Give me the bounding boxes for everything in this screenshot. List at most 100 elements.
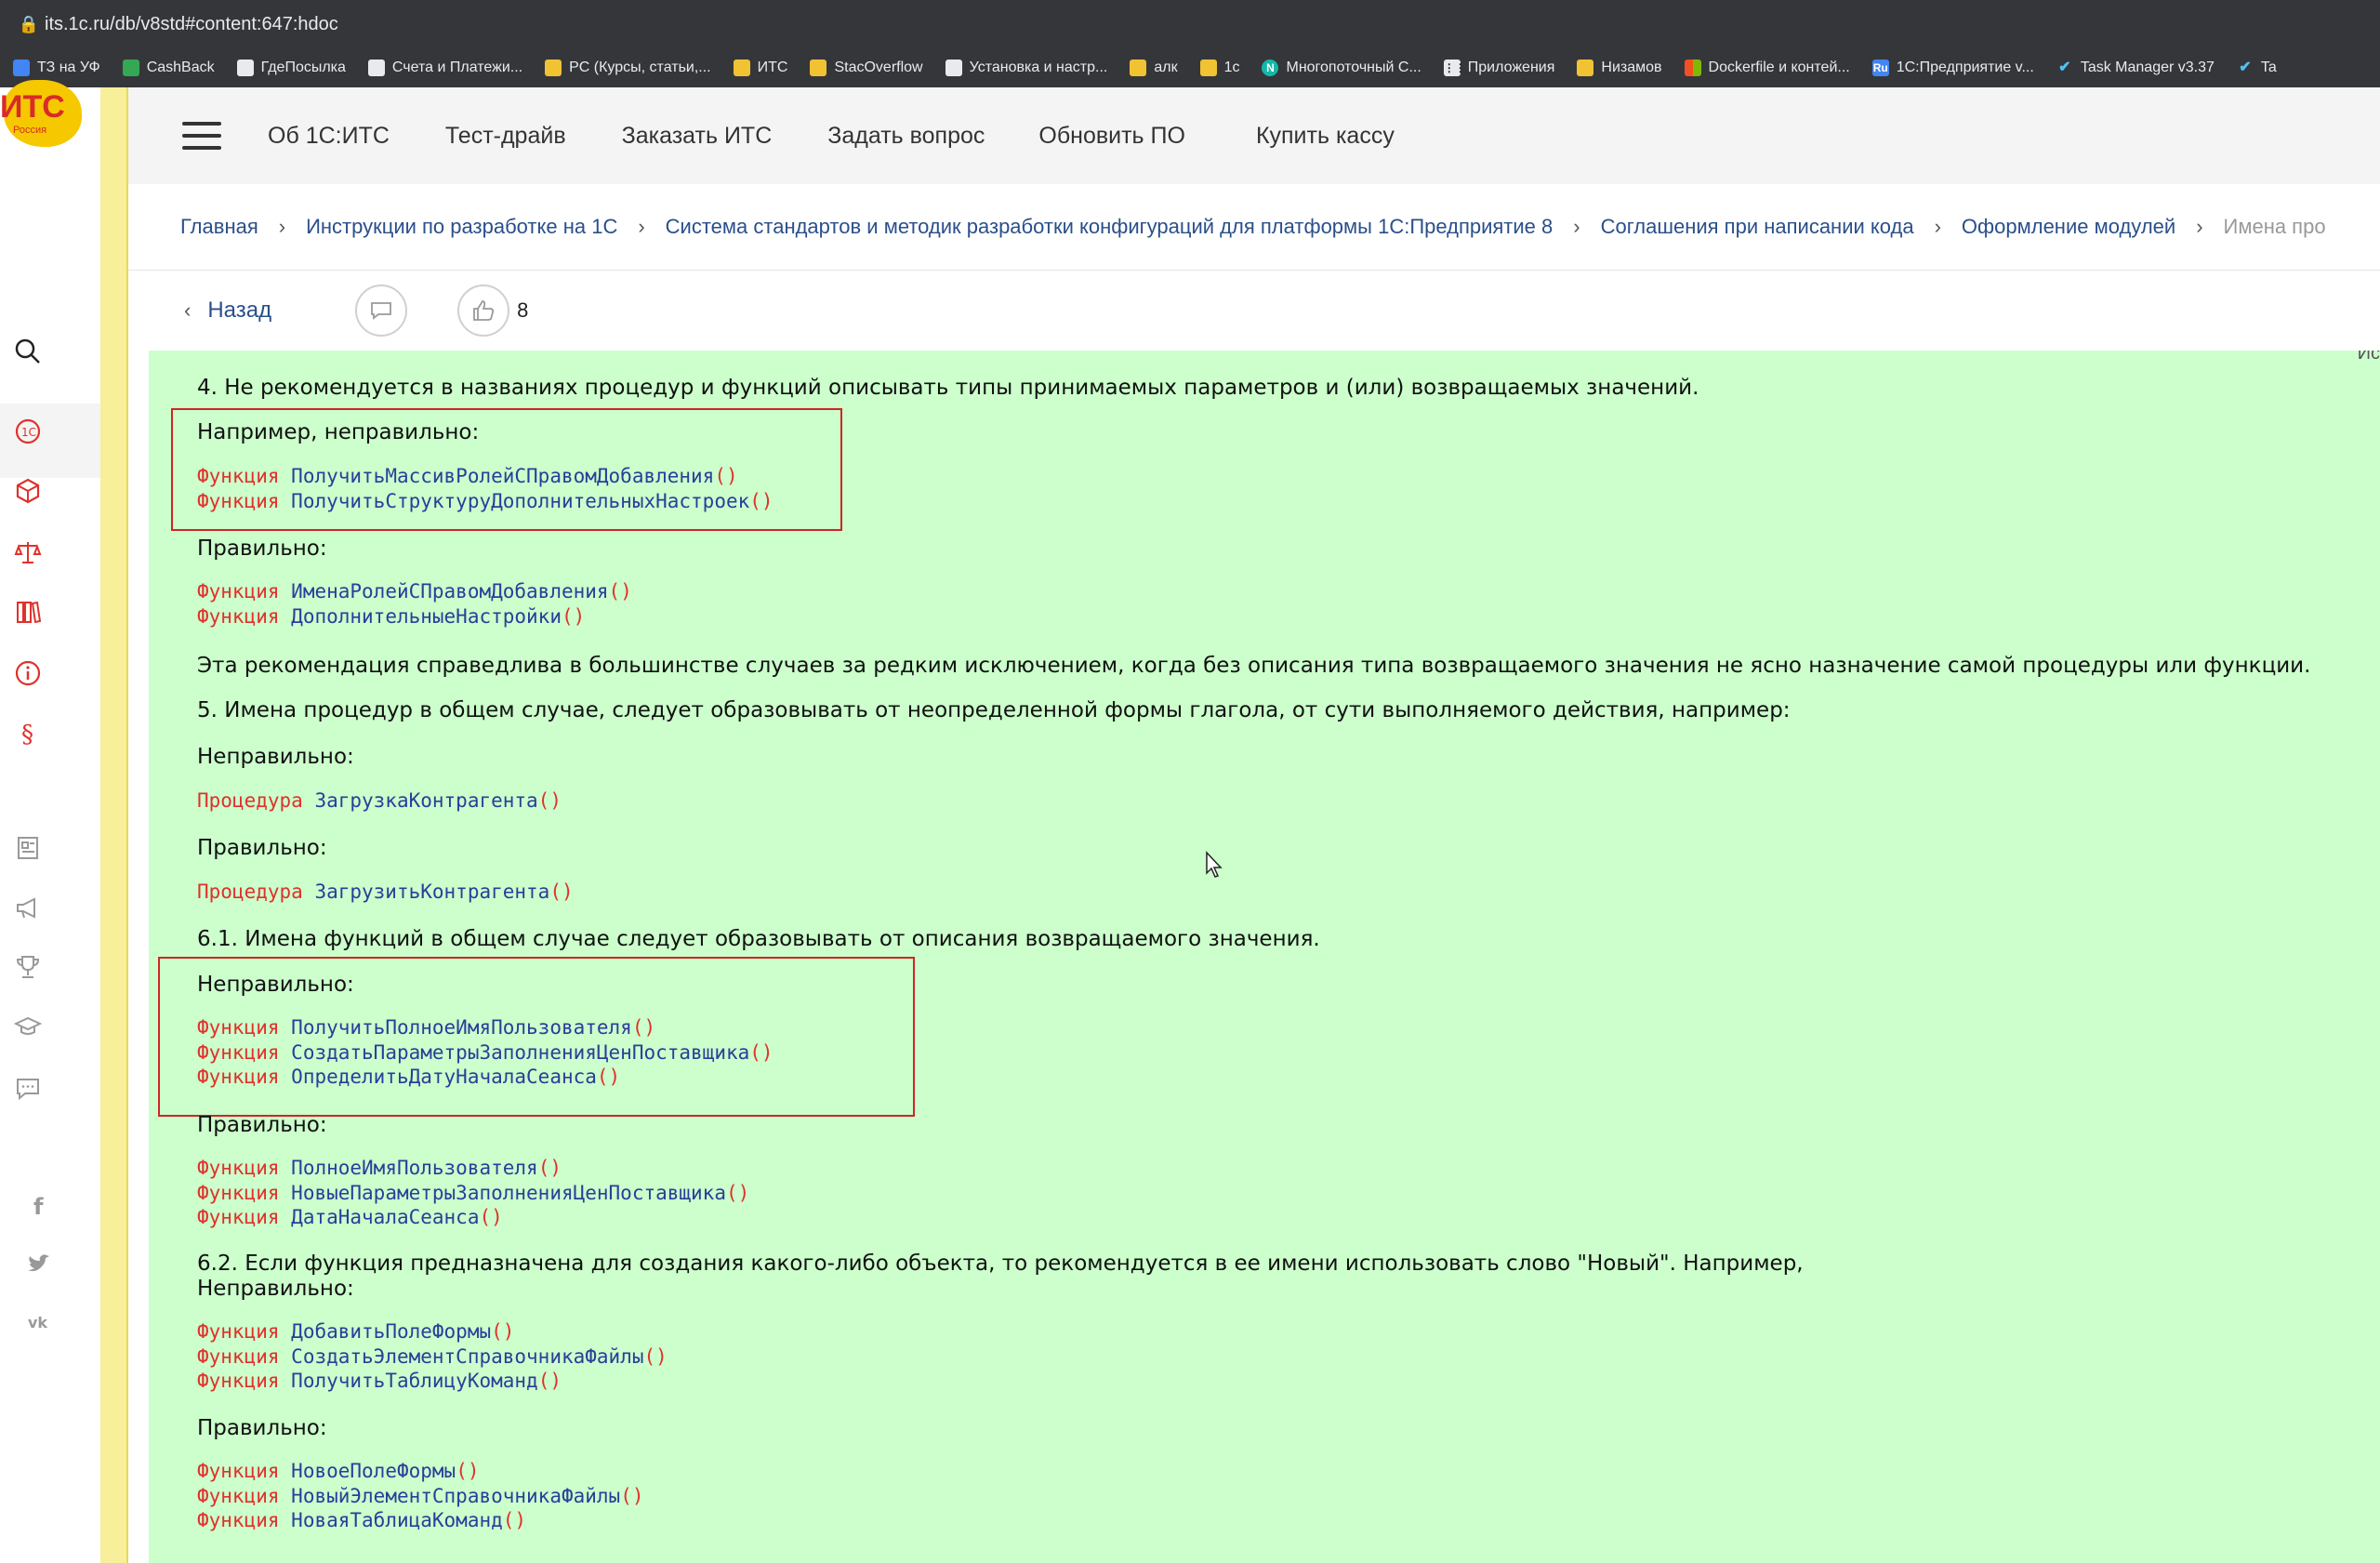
bookmark-item[interactable]: алк [1130,60,1178,76]
nav-test-drive[interactable]: Тест-драйв [445,123,566,150]
breadcrumb-module-design[interactable]: Оформление модулей [1962,215,2175,239]
books-icon[interactable] [9,593,46,630]
folder-icon [1199,60,1217,76]
logo-text: ИТС [0,89,65,125]
scales-icon[interactable] [9,534,46,571]
breadcrumb-standards[interactable]: Система стандартов и методик разработки … [666,215,1554,239]
breadcrumb: Главная › Инструкции по разработке на 1С… [128,184,2380,271]
breadcrumb-dev-instructions[interactable]: Инструкции по разработке на 1С [306,215,617,239]
twitter-icon[interactable] [20,1246,58,1283]
green-square-icon [122,60,139,76]
folder-icon [733,60,750,76]
bookmark-label: ИТС [757,60,788,75]
ru-icon: Ru [1871,60,1889,76]
bookmark-item[interactable]: Установка и настр... [945,60,1108,76]
bookmark-label: ГдеПосылка [260,60,346,75]
bookmark-item[interactable]: PC (Курсы, статьи,... [545,60,711,76]
comment-icon [371,302,391,320]
back-button[interactable]: ‹ Назад [184,298,271,324]
label-correct-6-2: Правильно: [197,1416,327,1440]
left-icon-rail [0,87,100,1563]
back-label: Назад [207,298,272,323]
paragraph-5: 5. Имена процедур в общем случае, следуе… [197,698,1791,722]
facebook-icon[interactable]: f [20,1186,58,1224]
bookmark-label: 1С:Предприятие v... [1896,60,2034,75]
bookmark-item[interactable]: ✔ Task Manager v3.37 [2056,60,2215,76]
label-wrong-6-2: Неправильно: [197,1277,354,1301]
graduation-cap-icon[interactable] [9,1008,46,1045]
paragraph-icon[interactable]: § [9,714,46,751]
chat-icon[interactable] [9,1069,46,1106]
trophy-icon[interactable] [9,948,46,986]
bookmark-label: Низамов [1601,60,1662,75]
vk-icon[interactable]: vk [20,1304,58,1341]
search-icon[interactable] [9,333,46,370]
n-circle-icon: N [1262,60,1279,76]
url-text[interactable]: its.1c.ru/db/v8std#content:647:hdoc [45,14,338,35]
label-wrong-6-1: Неправильно: [197,973,354,997]
nav-order-its[interactable]: Заказать ИТС [622,123,773,150]
cube-icon[interactable] [9,472,46,510]
bookmarks-bar: ТЗ на УФ CashBack ГдеПосылка Счета и Платеж… [0,48,2380,88]
chevron-right-icon: › [278,215,286,238]
bookmark-item[interactable]: Ru 1С:Предприятие v... [1871,60,2034,76]
info-icon[interactable] [9,655,46,692]
chevron-right-icon: › [638,215,645,238]
paragraph-6-1: 6.1. Имена функций в общем случае следуе… [197,927,1320,951]
nav-buy-register[interactable]: Купить кассу [1256,123,1395,150]
chevron-right-icon: › [2196,215,2203,238]
article-content: Источ 4. Не рекомендуется в названиях пр… [149,351,2380,1563]
hamburger-menu-icon[interactable] [182,122,221,150]
code-block-right-5: Процедура ЗагрузитьКонтрагента() [197,881,574,903]
bookmark-label: Счета и Платежи... [391,60,523,75]
thumbs-up-icon [473,300,495,321]
bookmark-item[interactable]: ⋮⋮ Приложения [1443,60,1554,76]
breadcrumb-code-conventions[interactable]: Соглашения при написании кода [1601,215,1914,239]
bookmark-label: Установка и настр... [969,60,1108,75]
nav-ask-question[interactable]: Задать вопрос [827,123,985,150]
code-block-wrong-6-1: Функция ПолучитьПолноеИмяПользователя() … [197,1016,774,1088]
chevron-right-icon: › [1934,215,1941,238]
paragraph-4: 4. Не рекомендуется в названиях процедур… [197,376,1699,400]
bookmark-label: 1с [1223,60,1240,75]
breadcrumb-home[interactable]: Главная [180,215,258,239]
bookmark-item[interactable]: N Многопоточный С... [1262,60,1421,76]
apps-grid-icon: ⋮⋮ [1443,60,1466,76]
address-bar[interactable]: 🔒 its.1c.ru/db/v8std#content:647:hdoc [0,0,2380,48]
bookmark-item[interactable]: ✔ Ta [2237,60,2277,76]
bookmark-item[interactable]: Низамов [1577,60,1662,76]
1c-icon[interactable]: 1С [9,413,46,450]
bookmark-label: Task Manager v3.37 [2080,60,2215,75]
globe-icon [945,60,962,76]
bookmark-item[interactable]: StacOverflow [810,60,923,76]
bookmark-item[interactable]: Счета и Платежи... [367,60,523,76]
megaphone-icon[interactable] [9,889,46,926]
mouse-cursor-icon [1206,851,1223,878]
code-block-right-6-2: Функция НовоеПолеФормы() Функция НовыйЭл… [197,1460,644,1531]
folder-icon [545,60,562,76]
bookmark-item[interactable]: ГдеПосылка [236,60,346,76]
svg-text:vk: vk [28,1314,47,1331]
source-label[interactable]: Источ [2358,351,2380,364]
nav-about-its[interactable]: Об 1С:ИТС [268,123,390,150]
comment-button[interactable] [355,285,408,337]
bookmark-item[interactable]: ИТС [733,60,788,76]
paragraph-note: Эта рекомендация справедлива в большинст… [197,654,2311,678]
bookmark-item[interactable]: Dockerfile и контей... [1684,60,1850,76]
like-button[interactable] [457,285,510,337]
nav-update-software[interactable]: Обновить ПО [1038,123,1185,150]
yellow-strip [100,87,128,1563]
label-correct-6-1: Правильно: [197,1113,327,1137]
folder-icon [1130,60,1147,76]
bookmark-label: Dockerfile и контей... [1708,60,1850,75]
svg-text:1С: 1С [21,426,36,439]
svg-text:f: f [33,1194,44,1219]
check-icon: ✔ [2239,60,2252,75]
folder-icon [1577,60,1594,76]
code-block-right-6-1: Функция ПолноеИмяПользователя() Функция … [197,1157,750,1228]
bookmark-item[interactable]: 1с [1199,60,1240,76]
bookmark-item[interactable]: CashBack [122,60,215,76]
its-logo[interactable]: ИТС Россия [0,73,89,166]
lock-icon[interactable]: 🔒 [13,15,45,34]
news-icon[interactable] [9,829,46,867]
